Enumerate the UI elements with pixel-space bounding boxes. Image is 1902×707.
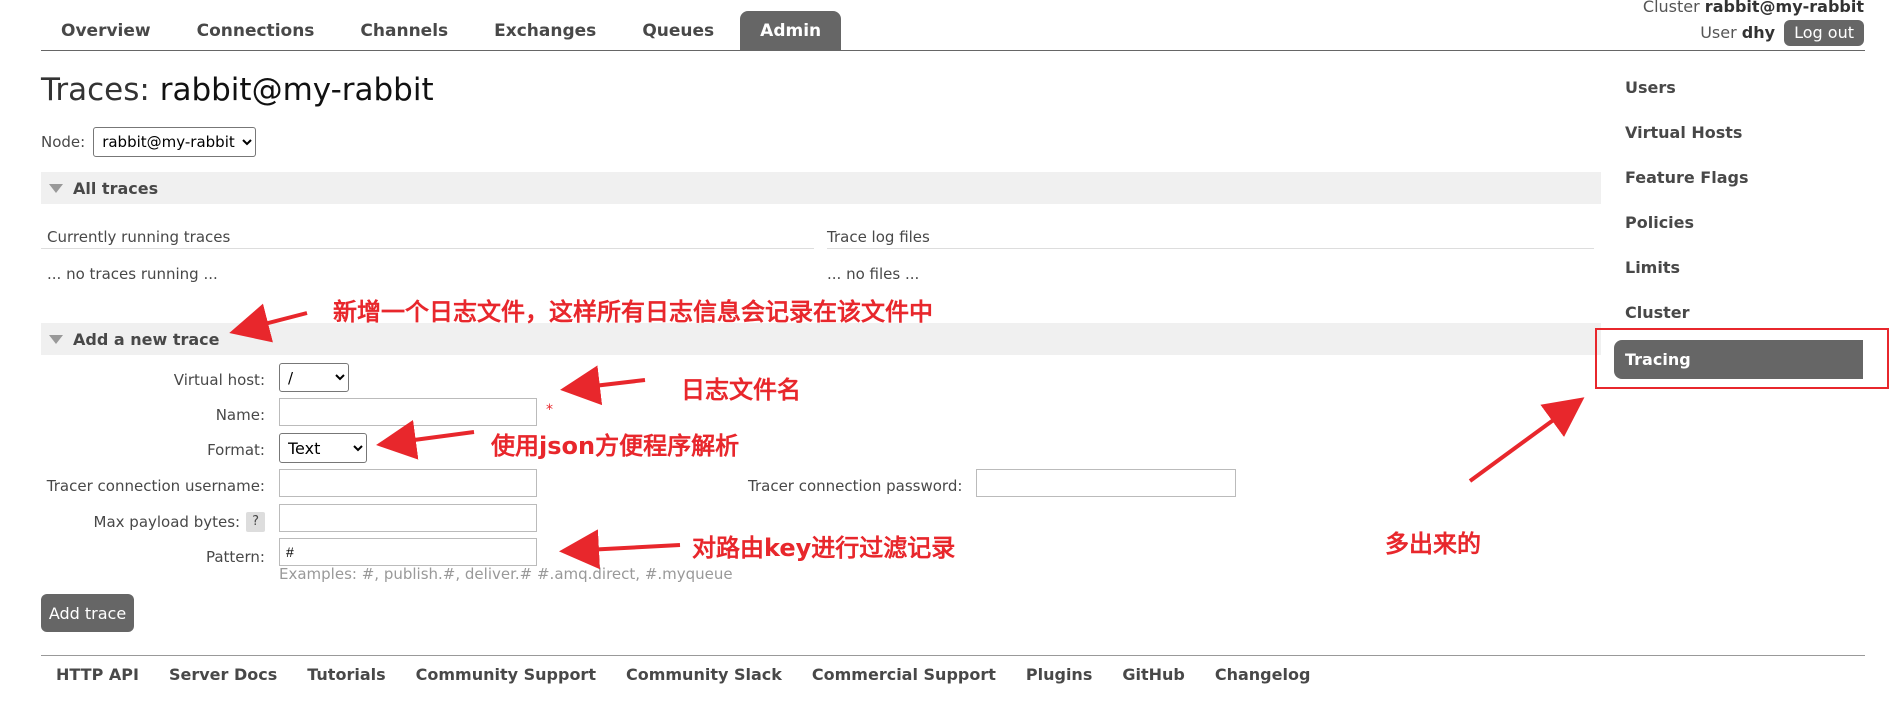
arrow-pattern <box>559 529 681 570</box>
arrow-add-trace <box>229 303 308 343</box>
arrow-name <box>560 365 646 406</box>
arrow-tracing <box>1468 397 1585 483</box>
arrow-format <box>376 419 475 460</box>
annotation-arrows <box>229 303 1585 570</box>
